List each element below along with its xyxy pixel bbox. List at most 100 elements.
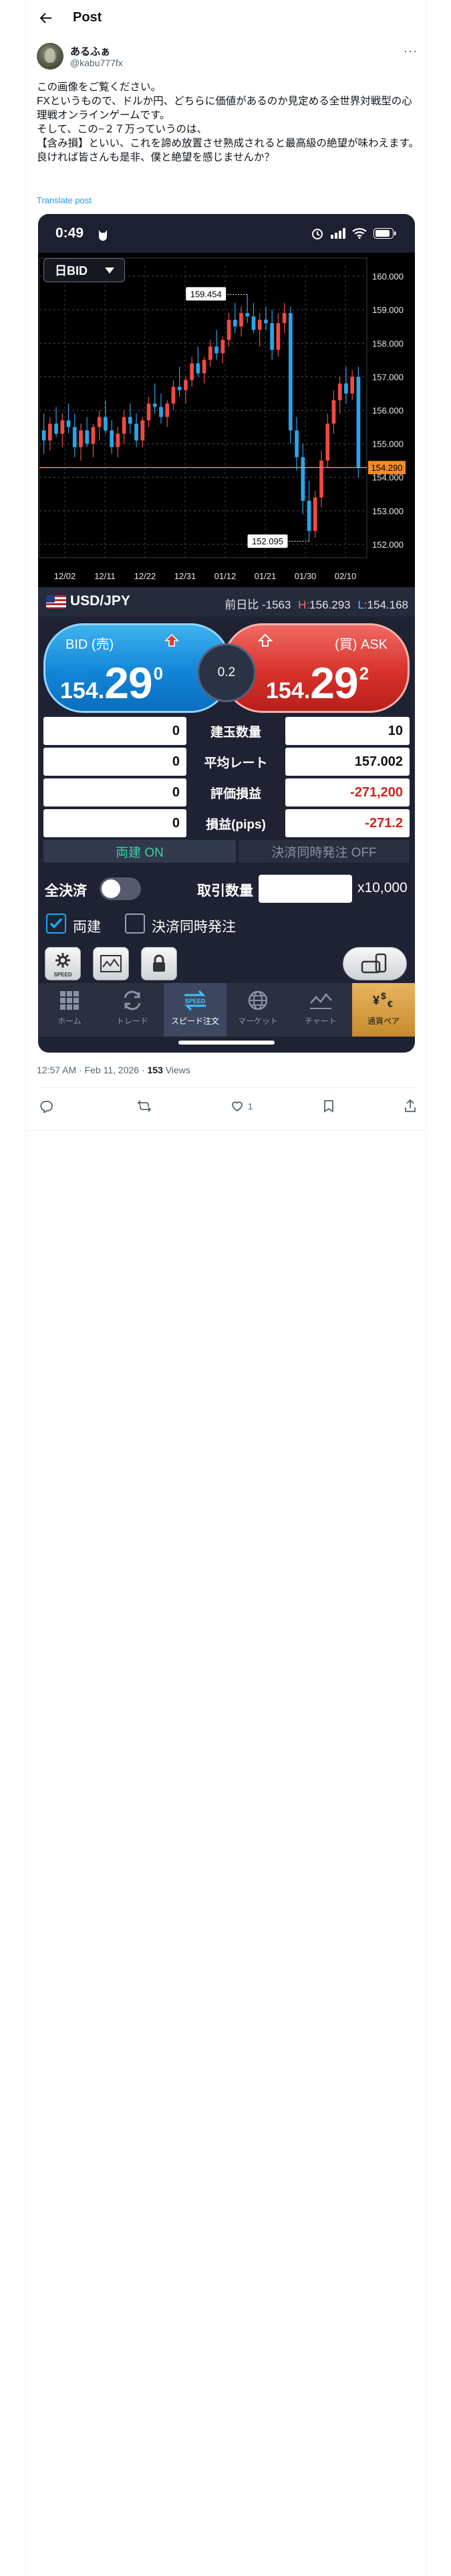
ask-price-prefix: 154. bbox=[266, 678, 311, 704]
views-label: Views bbox=[162, 1065, 190, 1075]
svg-text:$: $ bbox=[381, 990, 386, 1001]
post-header: Post bbox=[26, 0, 426, 35]
quantity-input[interactable] bbox=[259, 875, 352, 903]
rate-type-label: 日BID bbox=[55, 264, 88, 278]
speed-arrows-icon: SPEED bbox=[184, 990, 206, 1011]
simultaneous-settle-toggle[interactable]: 決済同時発注 OFF bbox=[239, 840, 410, 863]
settle-all-switch[interactable] bbox=[100, 877, 141, 900]
tweet-line: 【含み損】といい、これを諦め放置させ熟成されると最高級の絶望が味わえます。 bbox=[37, 138, 419, 149]
divider bbox=[37, 1087, 418, 1088]
wifi-icon bbox=[352, 228, 367, 239]
candle-body bbox=[220, 340, 225, 354]
nav-home[interactable]: ホーム bbox=[38, 983, 101, 1037]
battery-icon bbox=[373, 228, 396, 239]
gear-icon bbox=[55, 953, 70, 968]
column-border-left bbox=[25, 0, 26, 2576]
alarm-icon bbox=[312, 229, 323, 239]
bid-label: BID (売) bbox=[65, 637, 114, 652]
chart-mini-button[interactable] bbox=[93, 947, 129, 980]
candle-body bbox=[152, 403, 157, 407]
y-tick-label: 158.000 bbox=[372, 338, 404, 348]
like-count: 1 bbox=[248, 1101, 253, 1111]
more-options-icon[interactable]: ··· bbox=[404, 44, 418, 58]
candle-body bbox=[165, 403, 170, 417]
table-row: 0 評価損益 -271,200 bbox=[43, 778, 410, 807]
spread-badge: 0.2 bbox=[197, 643, 256, 702]
candle-body bbox=[190, 363, 194, 381]
avatar[interactable] bbox=[37, 43, 63, 70]
candle-body bbox=[159, 407, 163, 417]
arrow-left-icon bbox=[39, 12, 51, 23]
bookmark-button[interactable] bbox=[323, 1099, 335, 1113]
home-indicator bbox=[178, 1041, 275, 1045]
author-name[interactable]: あるふぁ bbox=[70, 44, 110, 58]
candle-body bbox=[85, 430, 90, 444]
hedge-checkbox-label: 両建 bbox=[73, 920, 101, 935]
candle-body bbox=[251, 316, 256, 330]
x-tick-label: 12/11 bbox=[94, 571, 116, 581]
settle-checkbox[interactable] bbox=[125, 914, 145, 934]
translate-link[interactable]: Translate post bbox=[37, 195, 92, 205]
candlestick-chart[interactable]: 160.000 159.000 158.000 157.000 156.000 155.0… bbox=[38, 253, 415, 587]
buy-cell: -271.2 bbox=[285, 809, 410, 837]
repost-button[interactable] bbox=[137, 1099, 152, 1113]
candle-body bbox=[344, 383, 348, 394]
tweet-text: この画像をご覧ください。 FXというもので、ドルか円、どちらに価値があるのか見定… bbox=[37, 80, 419, 165]
candle-body bbox=[72, 427, 77, 447]
candle-body bbox=[47, 423, 52, 441]
candle-body bbox=[245, 313, 250, 317]
hedge-checkbox[interactable] bbox=[46, 914, 66, 934]
candle-body bbox=[227, 320, 231, 340]
x-tick-label: 02/10 bbox=[335, 571, 357, 581]
candle-body bbox=[128, 417, 132, 424]
x-tick-label: 12/31 bbox=[174, 571, 196, 581]
action-bar: 1 bbox=[37, 1095, 418, 1122]
us-flag-icon bbox=[46, 595, 66, 609]
nav-chart[interactable]: チャート bbox=[289, 983, 352, 1037]
y-tick-label: 152.000 bbox=[372, 540, 404, 550]
nav-speed-order[interactable]: SPEED スピード注文 bbox=[164, 983, 227, 1037]
pair-name: USD/JPY bbox=[70, 593, 130, 609]
lock-button[interactable] bbox=[141, 947, 177, 980]
candle-body bbox=[264, 320, 268, 324]
share-button[interactable] bbox=[404, 1099, 416, 1113]
tool-buttons: SPEED bbox=[38, 942, 415, 982]
candle-body bbox=[140, 420, 145, 441]
repost-icon bbox=[137, 1100, 152, 1112]
bid-price: 154.290 bbox=[60, 657, 163, 708]
nav-market[interactable]: マーケット bbox=[227, 983, 289, 1037]
post-timestamp[interactable]: 12:57 AM · Feb 11, 2026 · bbox=[37, 1065, 148, 1075]
nav-currency-pair[interactable]: ¥ $ € 通貨ペア bbox=[352, 983, 415, 1037]
reply-button[interactable] bbox=[39, 1099, 53, 1113]
speed-settings-button[interactable]: SPEED bbox=[45, 947, 81, 980]
author-handle[interactable]: @kabu777fx bbox=[70, 58, 123, 68]
like-button[interactable]: 1 bbox=[231, 1099, 253, 1113]
svg-text:€: € bbox=[388, 998, 393, 1009]
candle-body bbox=[350, 377, 355, 394]
candle-body bbox=[41, 430, 46, 441]
attached-image[interactable]: 0:49 160.000 159.000 158.000 157.000 156.000… bbox=[38, 214, 415, 1053]
candle-body bbox=[184, 380, 188, 391]
x-tick-label: 01/21 bbox=[255, 571, 277, 581]
share-icon bbox=[405, 1099, 416, 1112]
sell-cell: 0 bbox=[43, 748, 186, 776]
nav-trade[interactable]: トレード bbox=[101, 983, 164, 1037]
globe-icon bbox=[248, 990, 268, 1010]
screen-rotate-button[interactable] bbox=[343, 947, 407, 980]
candle-body bbox=[60, 420, 65, 434]
y-tick-label: 160.000 bbox=[372, 272, 404, 282]
low-label: L: bbox=[357, 599, 367, 611]
hedge-toggle[interactable]: 両建 ON bbox=[43, 840, 236, 863]
bid-price-prefix: 154. bbox=[60, 678, 105, 704]
speed-label: SPEED bbox=[53, 972, 72, 978]
mini-chart-icon bbox=[100, 955, 122, 972]
back-button[interactable] bbox=[34, 6, 58, 30]
candle-body bbox=[97, 417, 102, 427]
currency-pair-bar[interactable]: USD/JPY 前日比 -1563 H:156.293 L:154.168 bbox=[38, 587, 415, 617]
status-icons bbox=[311, 227, 396, 240]
lock-icon bbox=[153, 954, 165, 972]
settle-row: 全決済 取引数量 x10,000 bbox=[38, 869, 415, 907]
rate-type-dropdown[interactable]: 日BID bbox=[43, 258, 125, 282]
tweet-line: そして、この−２７万っていうのは、 bbox=[37, 124, 208, 135]
candle-body bbox=[54, 423, 58, 434]
